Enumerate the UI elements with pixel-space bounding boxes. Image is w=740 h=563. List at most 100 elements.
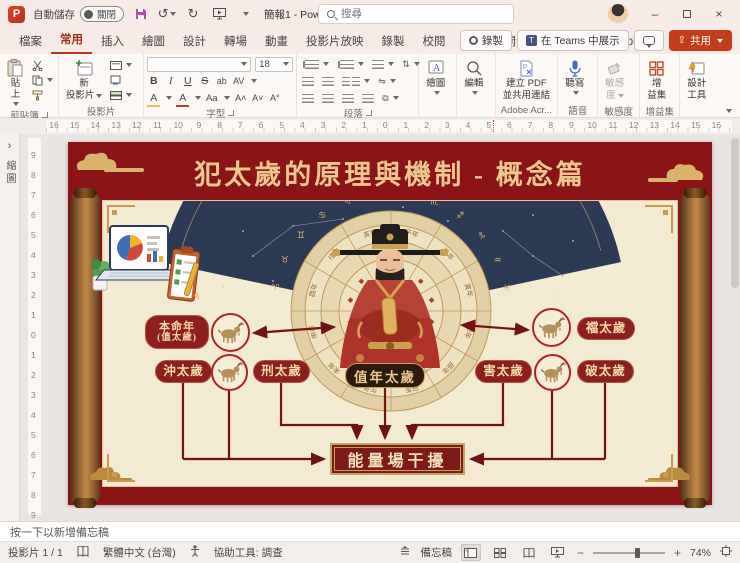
convert-smartart-button[interactable]: ⧉ [380, 91, 400, 105]
text-shadow-button[interactable]: ab [215, 74, 228, 88]
drawing-button[interactable]: A 繪圖 [422, 56, 449, 97]
autosave-toggle[interactable]: 關閉 [80, 6, 125, 22]
comments-button[interactable] [633, 30, 664, 51]
zodiac-animal-badge[interactable] [534, 354, 571, 391]
vertical-scrollbar[interactable] [731, 138, 739, 288]
underline-button[interactable]: U [181, 74, 194, 88]
save-icon[interactable] [132, 5, 150, 23]
tab-review[interactable]: 校閱 [414, 30, 455, 54]
maximize-button[interactable] [672, 2, 702, 26]
bullets-button[interactable] [300, 57, 331, 71]
designer-button[interactable]: 設計 工具 [683, 56, 710, 104]
expand-thumbnails-icon[interactable]: › [8, 140, 12, 152]
shape-zhinian-taisui[interactable]: 值年太歲 [345, 363, 425, 388]
tab-file[interactable]: 檔案 [10, 30, 51, 54]
shape-po-taisui[interactable]: 破太歲 [577, 360, 634, 383]
zoom-slider[interactable] [592, 547, 665, 558]
close-button[interactable]: × [704, 2, 734, 26]
highlight-color-button[interactable]: A [147, 91, 160, 105]
record-button[interactable]: 錄製 [459, 30, 512, 51]
shape-hai-taisui[interactable]: 害太歲 [475, 360, 532, 383]
font-name-combo[interactable] [147, 56, 252, 72]
quick-access-overflow-icon[interactable] [236, 5, 254, 23]
justify-button[interactable] [360, 91, 376, 105]
thumbnail-pane-collapsed[interactable]: › 縮圖 [0, 134, 20, 521]
slideshow-view-button[interactable] [548, 544, 568, 561]
reading-view-button[interactable] [519, 544, 539, 561]
columns-button[interactable] [340, 74, 372, 88]
align-right-button[interactable] [340, 91, 356, 105]
clear-formatting-button[interactable]: A° [268, 91, 281, 105]
minimize-button[interactable]: – [640, 2, 670, 26]
zoom-slider-thumb[interactable] [634, 547, 640, 558]
cut-button[interactable] [30, 58, 55, 72]
tab-record[interactable]: 錄製 [373, 30, 414, 54]
shape-dang-taisui[interactable]: 襠太歲 [577, 317, 635, 340]
slide-canvas[interactable]: 犯太歲的原理與機制 - 概念篇 ♈ ♉ ♊ ♋ ♌ ♏ ♐ ♑ ♒ ♓ 子年 寅… [68, 142, 712, 508]
language-indicator[interactable]: 繁體中文 (台灣) [103, 545, 176, 560]
tab-transitions[interactable]: 轉場 [215, 30, 256, 54]
shape-chong-taisui[interactable]: 沖太歲 [155, 360, 212, 383]
autosave-control[interactable]: 自動儲存 關閉 [33, 6, 125, 22]
font-color-button[interactable]: A [176, 91, 189, 105]
spellcheck-icon[interactable] [77, 545, 89, 560]
tab-home[interactable]: 常用 [51, 28, 92, 54]
notes-toggle-label[interactable]: 備忘稿 [420, 545, 452, 560]
normal-view-button[interactable] [460, 544, 481, 561]
clipboard-dialog-launcher[interactable] [41, 111, 48, 118]
zoom-out-button[interactable]: − [577, 546, 584, 560]
zodiac-animal-badge[interactable] [211, 354, 248, 391]
shrink-font-button[interactable]: A˅ [251, 91, 264, 105]
grow-font-button[interactable]: A˄ [234, 91, 247, 105]
notes-toggle-icon[interactable] [399, 545, 411, 560]
bold-button[interactable]: B [147, 74, 160, 88]
accessibility-icon[interactable] [190, 545, 200, 560]
collapse-ribbon-icon[interactable] [726, 109, 732, 113]
tab-animations[interactable]: 動畫 [256, 30, 297, 54]
strikethrough-button[interactable]: S [198, 74, 211, 88]
create-pdf-button[interactable]: P 建立 PDF 並共用連結 [499, 56, 555, 104]
paste-button[interactable]: 貼上 [3, 56, 28, 108]
user-avatar[interactable] [608, 4, 628, 24]
format-painter-button[interactable] [30, 88, 55, 102]
redo-icon[interactable]: ↻ [184, 5, 202, 23]
character-spacing-button[interactable]: AV [232, 74, 245, 88]
numbering-button[interactable] [335, 57, 366, 71]
paragraph-dialog-launcher[interactable] [365, 110, 372, 116]
text-direction-button[interactable]: ⇋ [376, 74, 398, 88]
section-button[interactable] [108, 88, 134, 102]
share-button[interactable]: ⇧ 共用 [668, 30, 732, 51]
vertical-ruler[interactable]: 9876543210123456789 [28, 138, 41, 520]
search-box[interactable] [318, 4, 514, 24]
decrease-indent-button[interactable] [300, 74, 316, 88]
notes-pane[interactable]: 按一下以新增備忘稿 [0, 521, 740, 541]
present-in-teams-button[interactable]: T 在 Teams 中展示 [516, 30, 629, 51]
align-left-button[interactable] [300, 91, 316, 105]
horizontal-ruler[interactable]: 16 15 14 13 12 11 10 9 8 7 6 5 4 3 2 1 0 1 2 3 4 5 6 7 8 9 10 11 12 1… [0, 118, 740, 134]
new-slide-button[interactable]: 新 投影片 [62, 56, 107, 104]
font-size-combo[interactable]: 18 [255, 56, 294, 72]
zodiac-animal-badge[interactable] [532, 308, 571, 347]
align-center-button[interactable] [320, 91, 336, 105]
reset-button[interactable] [108, 73, 134, 87]
zoom-in-button[interactable]: + [674, 546, 681, 560]
tab-insert[interactable]: 插入 [92, 30, 133, 54]
shape-energy-disturbance[interactable]: 能量場干擾 [330, 443, 465, 475]
list-level-button[interactable] [370, 57, 396, 71]
italic-button[interactable]: I [164, 74, 177, 88]
slide-sorter-view-button[interactable] [490, 544, 510, 561]
tab-design[interactable]: 設計 [174, 30, 215, 54]
increase-indent-button[interactable] [320, 74, 336, 88]
editing-button[interactable]: 編輯 [460, 56, 487, 97]
slide-title[interactable]: 犯太歲的原理與機制 - 概念篇 [68, 153, 712, 192]
addins-button[interactable]: 增 益集 [643, 56, 670, 104]
fit-slide-button[interactable] [720, 545, 732, 560]
change-case-button[interactable]: Aa [205, 91, 218, 105]
zoom-level[interactable]: 74% [690, 547, 711, 559]
zodiac-animal-badge[interactable] [211, 313, 250, 352]
font-dialog-launcher[interactable] [228, 110, 235, 116]
copy-button[interactable] [30, 73, 55, 87]
layout-button[interactable] [108, 58, 134, 72]
tab-slideshow[interactable]: 投影片放映 [297, 30, 373, 54]
accessibility-status[interactable]: 協助工具: 調查 [214, 545, 283, 560]
